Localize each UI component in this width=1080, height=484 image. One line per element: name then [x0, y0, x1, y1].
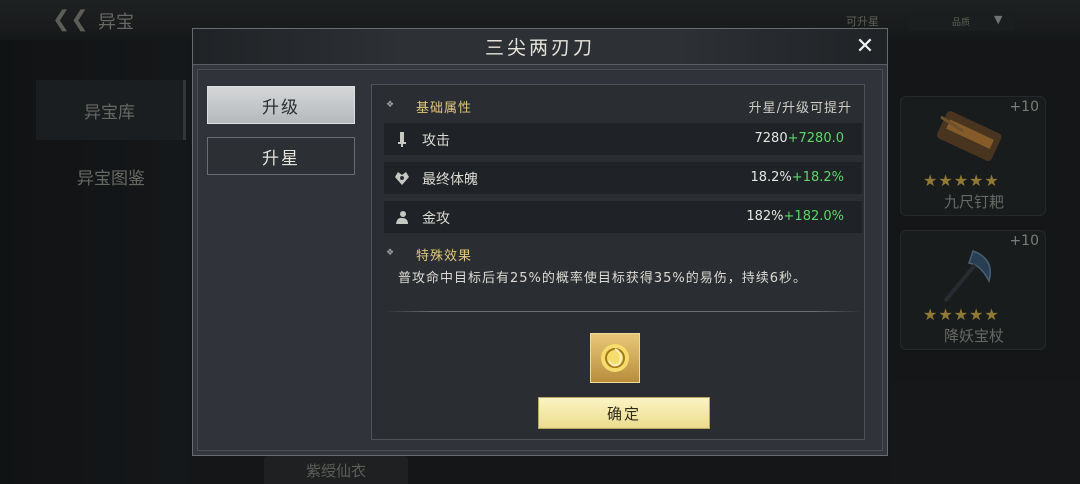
dialog-body: 升级 升星 ❖ 基础属性 升星/升级可提升 攻击 7280+7280.0 最终体…	[197, 69, 883, 451]
stat-row-attack: 攻击 7280+7280.0	[384, 123, 862, 155]
dialog-title: 三尖两刃刀	[484, 37, 595, 59]
upgrade-hint: 升星/升级可提升	[748, 101, 852, 116]
sword-icon	[393, 130, 411, 148]
attributes-panel: ❖ 基础属性 升星/升级可提升 攻击 7280+7280.0 最终体魄 18.2…	[371, 84, 865, 440]
stat-value: 182%+182.0%	[746, 209, 844, 224]
heart-icon	[393, 169, 411, 187]
stat-value: 18.2%+18.2%	[750, 170, 844, 185]
golden-orb-icon	[601, 344, 629, 372]
close-icon[interactable]: ✕	[853, 35, 877, 59]
special-effect-header: ❖ 特殊效果	[386, 245, 852, 264]
divider	[384, 311, 862, 312]
upgrade-material-slot[interactable]	[590, 333, 640, 383]
stat-row-metal-attack: 金攻 182%+182.0%	[384, 201, 862, 233]
base-attributes-header: ❖ 基础属性 升星/升级可提升	[386, 97, 852, 116]
treasure-upgrade-dialog: 三尖两刃刀 ✕ 升级 升星 ❖ 基础属性 升星/升级可提升 攻击 7280+72…	[192, 28, 888, 456]
confirm-button[interactable]: 确定	[538, 397, 710, 429]
stat-bonus-value: +7280.0	[787, 131, 844, 146]
stat-bonus-value: +182.0%	[783, 209, 844, 224]
stat-name: 最终体魄	[422, 172, 478, 188]
base-attributes-title: 基础属性	[416, 101, 473, 116]
special-effect-title: 特殊效果	[416, 249, 473, 264]
tab-upgrade[interactable]: 升级	[207, 86, 355, 124]
diamond-bullet-icon: ❖	[386, 100, 395, 110]
stat-name: 金攻	[422, 211, 450, 227]
stat-name: 攻击	[422, 133, 450, 149]
stat-base-value: 7280	[754, 131, 788, 146]
stat-bonus-value: +18.2%	[791, 170, 844, 185]
stat-base-value: 18.2%	[750, 170, 792, 185]
special-effect-text: 普攻命中目标后有25%的概率使目标获得35%的易伤，持续6秒。	[398, 271, 808, 286]
diamond-bullet-icon: ❖	[386, 248, 395, 258]
tab-star-up[interactable]: 升星	[207, 137, 355, 175]
metal-icon	[393, 208, 411, 226]
stat-base-value: 182%	[746, 209, 784, 224]
stat-row-final-physique: 最终体魄 18.2%+18.2%	[384, 162, 862, 194]
dialog-header: 三尖两刃刀 ✕	[193, 29, 887, 65]
stat-value: 7280+7280.0	[755, 131, 844, 146]
